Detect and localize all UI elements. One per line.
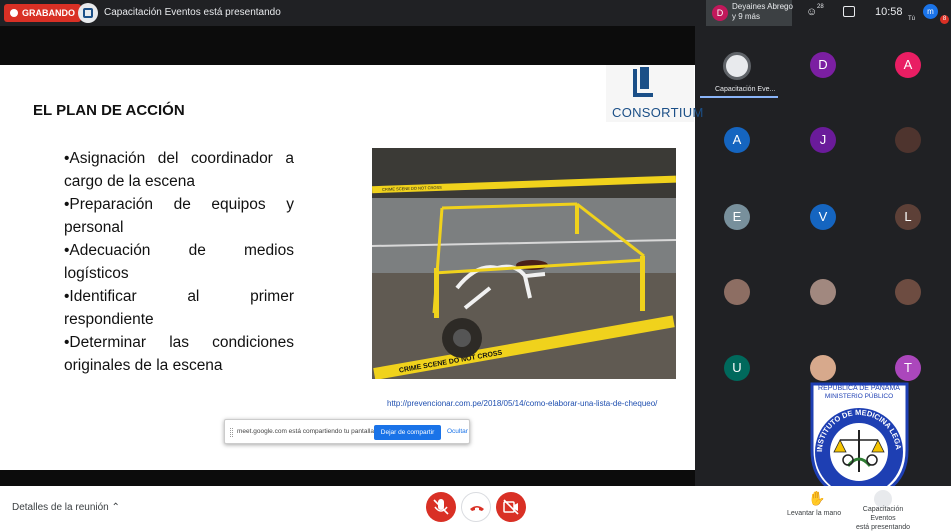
hang-up-icon xyxy=(470,506,484,511)
leave-call-button[interactable] xyxy=(461,492,491,522)
self-label: Tú xyxy=(908,16,916,22)
participant-tile[interactable]: A xyxy=(724,127,750,153)
participant-initial: L xyxy=(904,209,912,224)
clock: 10:58 xyxy=(875,6,903,18)
camera-off-icon xyxy=(503,499,519,515)
chevron-up-icon: ⌃ xyxy=(111,502,120,513)
participant-initial: U xyxy=(732,360,742,375)
participant-photo-tile[interactable] xyxy=(724,279,750,305)
bullet-item: •Preparación de equipos y personal xyxy=(64,196,294,236)
chat-icon[interactable] xyxy=(843,6,855,17)
participant-initial: D xyxy=(818,57,828,72)
presenter-tile-avatar[interactable] xyxy=(723,52,751,80)
participant-initial: A xyxy=(732,132,742,147)
logo-bar xyxy=(640,67,649,89)
slide-title: EL PLAN DE ACCIÓN xyxy=(33,102,185,119)
presenting-line2: está presentando xyxy=(855,524,911,531)
participant-photo-tile[interactable] xyxy=(895,127,921,153)
presenter-tile-label: Capacitación Eve... xyxy=(715,86,776,93)
share-message: meet.google.com está compartiendo tu pan… xyxy=(237,428,376,435)
bullet-list: •Asignación del coordinador a cargo de l… xyxy=(64,147,294,377)
participant-initial: T xyxy=(904,360,912,375)
participant-tile[interactable]: E xyxy=(724,204,750,230)
presenter-avatar xyxy=(78,3,98,23)
camera-off-button[interactable] xyxy=(496,492,526,522)
participant-photo-tile[interactable] xyxy=(810,279,836,305)
participant-tile[interactable]: L xyxy=(895,204,921,230)
presenting-label[interactable]: Capacitación Eventos está presentando xyxy=(852,505,914,532)
meeting-details-button[interactable]: Detalles de la reunión ⌃ xyxy=(12,502,120,513)
participant-initial: V xyxy=(818,209,828,224)
participant-tile[interactable]: A xyxy=(895,52,921,78)
people-count: 28 xyxy=(817,4,824,10)
bullet-item: •Adecuación de medios logísticos xyxy=(64,242,294,282)
participant-photo-tile[interactable] xyxy=(810,355,836,381)
raise-hand-icon[interactable]: ✋ xyxy=(808,490,825,507)
self-avatar[interactable]: m xyxy=(923,4,938,19)
participant-initial: J xyxy=(819,132,827,147)
consortium-logo: CONSORTIUM xyxy=(606,65,703,122)
participant-initial: E xyxy=(732,209,742,224)
crime-scene-illustration: CRIME SCENE DO NOT CROSS CRIME SCENE DO … xyxy=(372,148,676,379)
record-dot-icon xyxy=(10,9,18,17)
recording-badge: GRABANDO xyxy=(4,4,81,22)
participant-photo-tile[interactable] xyxy=(895,279,921,305)
participants-line1: Deyaines Abrego xyxy=(732,2,793,11)
participant-tile[interactable]: V xyxy=(810,204,836,230)
participant-tile[interactable]: T xyxy=(895,355,921,381)
participant-avatar: D xyxy=(712,5,728,21)
recording-label: GRABANDO xyxy=(22,8,75,18)
meeting-details-label: Detalles de la reunión xyxy=(12,502,109,513)
consortium-logo-icon xyxy=(83,8,93,18)
bullet-item: •Asignación del coordinador a cargo de l… xyxy=(64,150,294,190)
shared-slide: EL PLAN DE ACCIÓN CONSORTIUM •Asignación… xyxy=(0,65,703,470)
logo-text: CONSORTIUM xyxy=(612,105,704,120)
drag-handle-icon[interactable] xyxy=(230,428,233,437)
top-bar: GRABANDO Capacitación Eventos está prese… xyxy=(0,0,951,26)
screen-share-bar: meet.google.com está compartiendo tu pan… xyxy=(224,419,470,444)
bottom-bar: Detalles de la reunión ⌃ ✋ Levantar la m… xyxy=(0,486,951,532)
raise-hand-label[interactable]: Levantar la mano xyxy=(787,510,841,517)
seal-line2: MINISTERIO PÚBLICO xyxy=(825,391,893,400)
notification-badge: 8 xyxy=(940,15,949,24)
participant-tile[interactable]: J xyxy=(810,127,836,153)
institution-seal: REPÚBLICA DE PANAMÁ MINISTERIO PÚBLICO I… xyxy=(808,380,909,502)
source-link[interactable]: http://prevencionar.com.pe/2018/05/14/co… xyxy=(387,399,657,408)
stop-sharing-button[interactable]: Dejar de compartir xyxy=(374,425,441,440)
hide-button[interactable]: Ocultar xyxy=(447,428,468,435)
participants-line2: y 9 más xyxy=(732,12,761,21)
presenting-line1: Capacitación Eventos xyxy=(862,506,904,522)
crime-scene-photo: CRIME SCENE DO NOT CROSS CRIME SCENE DO … xyxy=(372,148,676,379)
presenter-status: Capacitación Eventos está presentando xyxy=(104,7,281,18)
speaking-indicator xyxy=(700,96,778,98)
bullet-item: •Determinar las condiciones originales d… xyxy=(64,334,294,374)
mic-off-icon xyxy=(433,499,449,515)
mic-off-button[interactable] xyxy=(426,492,456,522)
seal-line1: REPÚBLICA DE PANAMÁ xyxy=(818,383,900,392)
bullet-item: •Identificar al primer respondiente xyxy=(64,288,294,328)
participant-tile[interactable]: D xyxy=(810,52,836,78)
participant-initial: A xyxy=(903,57,913,72)
participants-text: Deyaines Abrego y 9 más xyxy=(732,2,793,22)
participant-tile[interactable]: U xyxy=(724,355,750,381)
